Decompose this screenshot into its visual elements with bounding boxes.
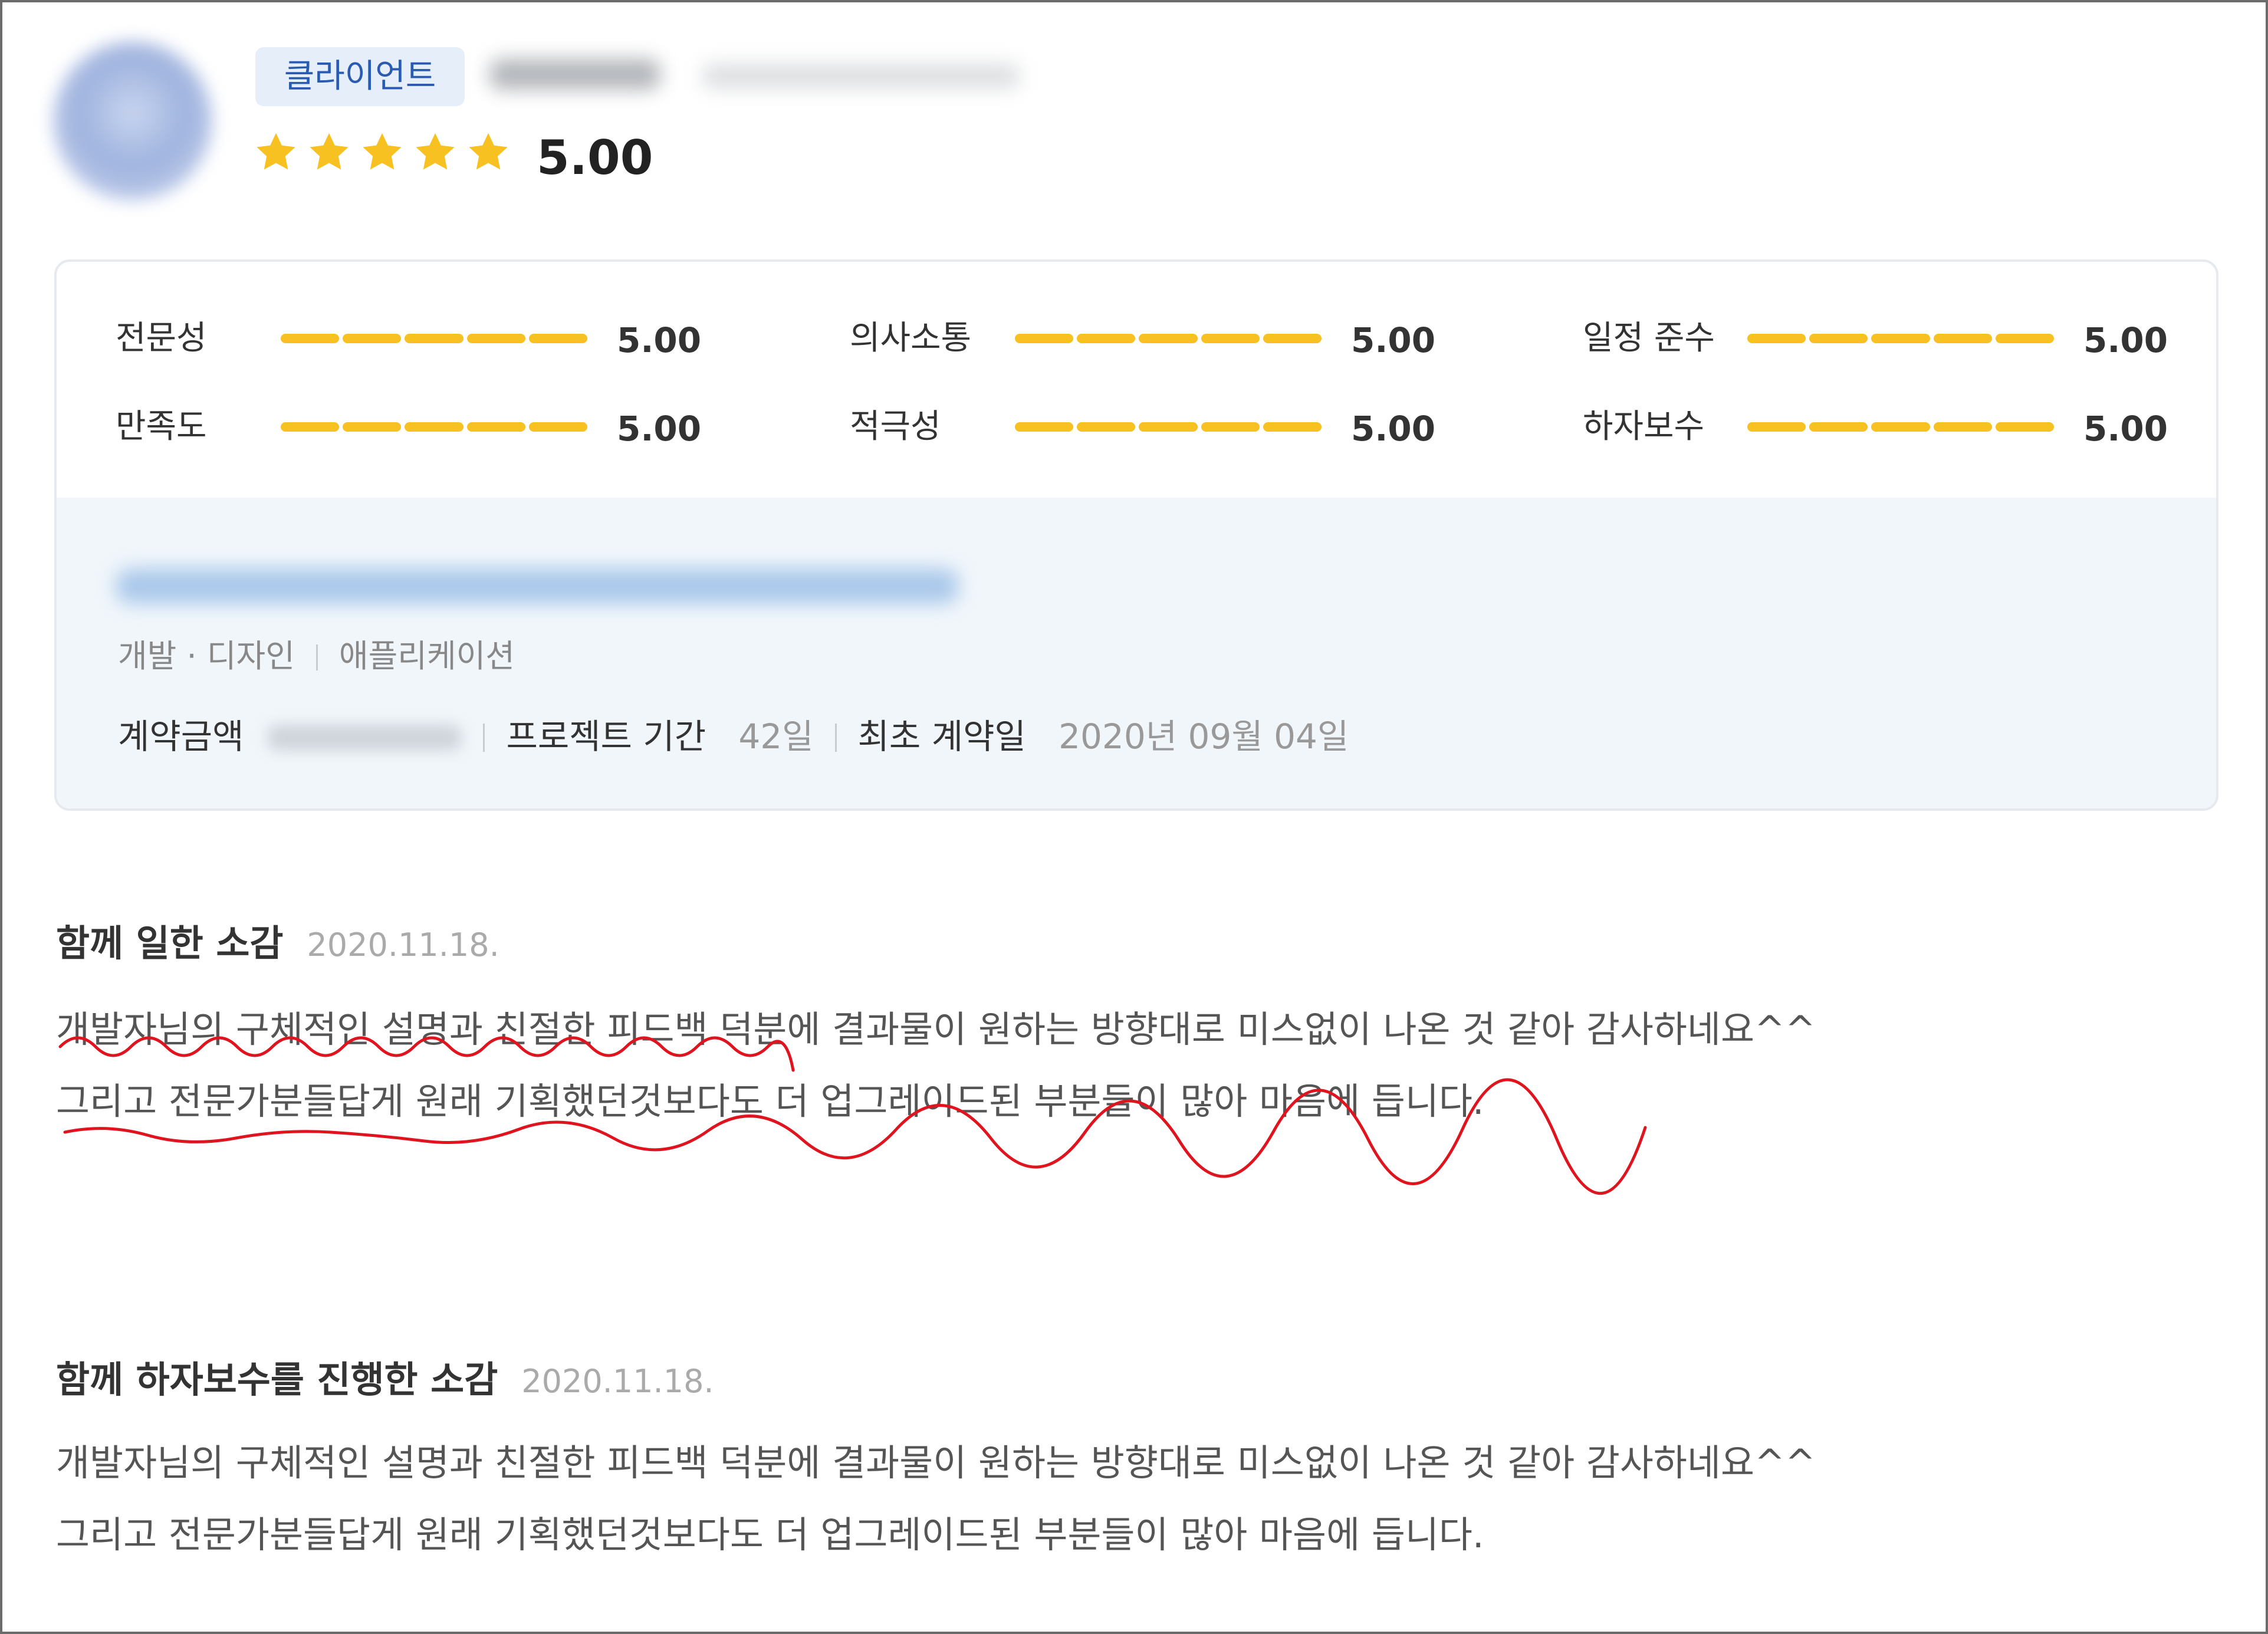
annotation-squiggle-2 <box>63 1078 1647 1195</box>
review-body: 개발자님의 구체적인 설명과 친절한 피드백 덕분에 결과물이 원하는 방향대로… <box>56 1427 1816 1571</box>
review-line: 개발자님의 구체적인 설명과 친절한 피드백 덕분에 결과물이 원하는 방향대로… <box>56 1441 1816 1484</box>
review-line: 그리고 전문가분들답게 원래 기획했던것보다도 더 업그레이드된 부분들이 많아… <box>56 1513 1484 1556</box>
review-date: 2020.11.18. <box>521 1363 714 1400</box>
review-heading: 함께 하자보수를 진행한 소감 2020.11.18. <box>56 1356 714 1405</box>
annotation-squiggle-1 <box>58 1036 795 1072</box>
review-title: 함께 하자보수를 진행한 소감 <box>56 1358 498 1401</box>
